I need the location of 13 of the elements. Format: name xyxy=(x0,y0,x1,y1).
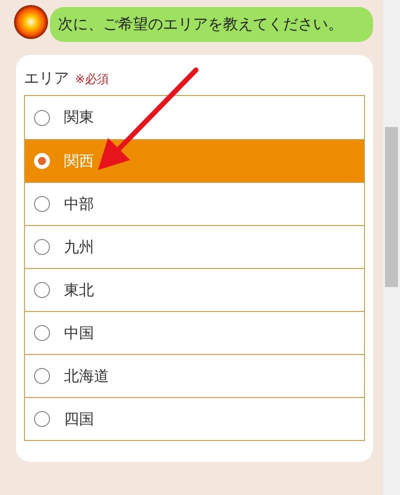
radio-icon xyxy=(34,196,50,212)
radio-icon xyxy=(34,110,50,126)
field-label: エリア xyxy=(24,68,69,89)
sun-avatar-icon xyxy=(14,5,48,39)
radio-icon xyxy=(34,325,50,341)
radio-icon xyxy=(34,282,50,298)
radio-icon xyxy=(34,239,50,255)
radio-icon xyxy=(34,411,50,427)
radio-icon xyxy=(34,368,50,384)
scrollbar-thumb[interactable] xyxy=(385,127,398,287)
required-mark: ※必須 xyxy=(75,71,110,88)
chat-bubble: 次に、ご希望のエリアを教えてください。 xyxy=(50,7,373,42)
radio-icon xyxy=(34,153,50,169)
